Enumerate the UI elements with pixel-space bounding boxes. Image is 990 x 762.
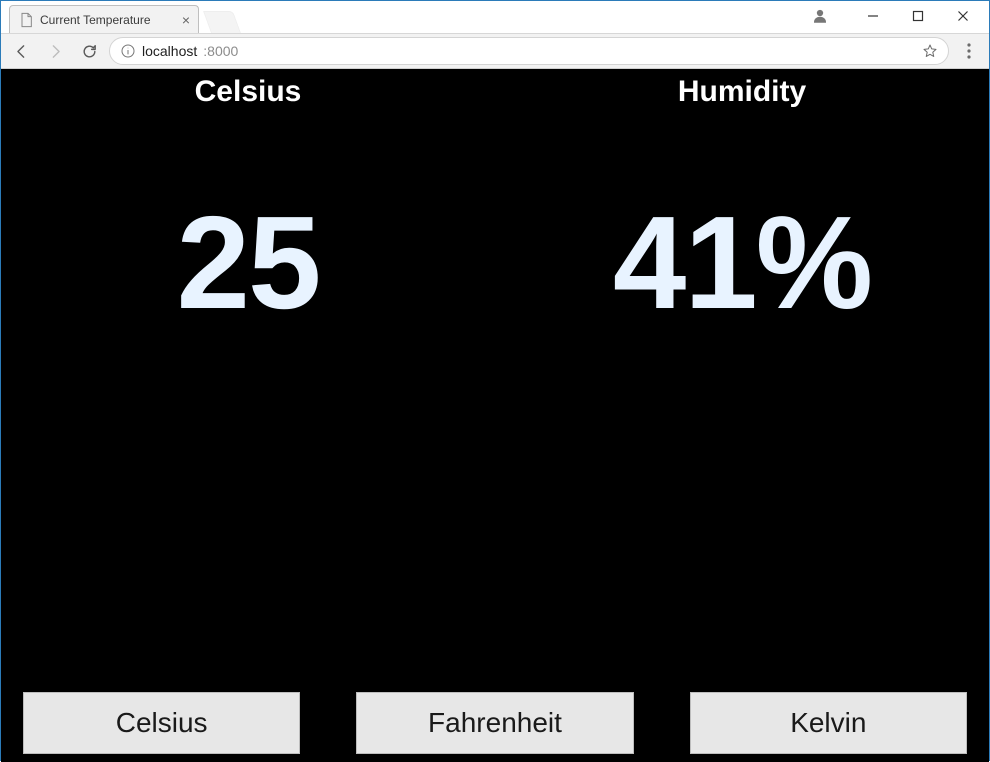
site-info-icon[interactable] — [120, 43, 136, 59]
file-icon — [18, 12, 34, 28]
browser-tab[interactable]: Current Temperature × — [9, 5, 199, 33]
account-icon[interactable] — [800, 2, 840, 30]
humidity-label: Humidity — [495, 75, 989, 109]
unit-button-bar: Celsius Fahrenheit Kelvin — [1, 692, 989, 754]
readings-row: Celsius 25 Humidity 41% — [1, 69, 989, 329]
reload-button[interactable] — [75, 37, 103, 65]
forward-button[interactable] — [41, 37, 69, 65]
window-minimize-button[interactable] — [850, 2, 895, 30]
address-bar[interactable]: localhost :8000 — [109, 37, 949, 65]
temperature-value: 25 — [1, 197, 495, 329]
browser-menu-button[interactable] — [955, 37, 983, 65]
bookmark-star-icon[interactable] — [922, 43, 938, 59]
close-tab-icon[interactable]: × — [182, 12, 190, 28]
url-port: :8000 — [203, 43, 238, 59]
humidity-value: 41% — [495, 197, 989, 329]
window-close-button[interactable] — [940, 2, 985, 30]
celsius-button[interactable]: Celsius — [23, 692, 300, 754]
tab-title: Current Temperature — [40, 13, 176, 27]
humidity-reading: Humidity 41% — [495, 69, 989, 329]
page-viewport: Celsius 25 Humidity 41% Celsius Fahrenhe… — [1, 69, 989, 762]
temperature-reading: Celsius 25 — [1, 69, 495, 329]
browser-toolbar: localhost :8000 — [1, 33, 989, 69]
tab-strip: Current Temperature × — [1, 3, 989, 33]
new-tab-button[interactable] — [203, 11, 241, 33]
back-button[interactable] — [7, 37, 35, 65]
kelvin-button[interactable]: Kelvin — [690, 692, 967, 754]
url-host: localhost — [142, 43, 197, 59]
window-maximize-button[interactable] — [895, 2, 940, 30]
temperature-label: Celsius — [1, 75, 495, 109]
fahrenheit-button[interactable]: Fahrenheit — [356, 692, 633, 754]
